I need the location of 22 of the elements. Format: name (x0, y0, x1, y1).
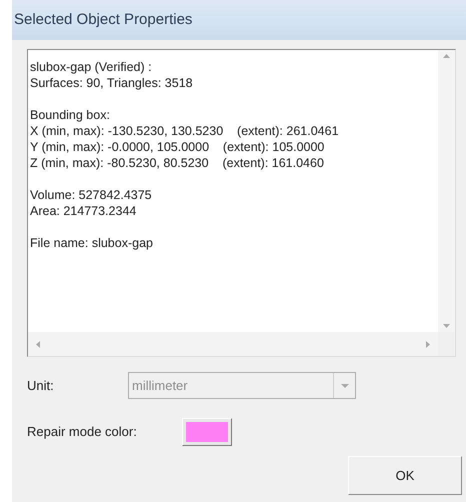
info-line: slubox-gap (Verified) : (30, 59, 153, 75)
dropdown-arrow-icon (340, 384, 348, 388)
info-line: Z (min, max): -80.5230, 80.5230 (extent): 161.0460 (30, 155, 325, 171)
info-line: File name: slubox-gap (30, 235, 154, 251)
window-title: Selected Object Properties (14, 10, 192, 30)
ok-button[interactable]: OK (348, 456, 462, 495)
scroll-left-icon[interactable] (36, 340, 40, 348)
info-line: Bounding box: (30, 107, 111, 123)
repair-color-label: Repair mode color: (27, 423, 138, 442)
vertical-scrollbar[interactable] (438, 50, 455, 332)
unit-label: Unit: (27, 376, 55, 395)
color-swatch-button[interactable] (182, 418, 232, 446)
info-line: X (min, max): -130.5230, 130.5230 (extent): 261.0461 (30, 123, 340, 139)
info-line: Volume: 527842.4375 (30, 187, 153, 203)
scrollbar-corner (438, 332, 455, 356)
scroll-up-icon[interactable] (443, 54, 450, 58)
info-line: Y (min, max): -0.0000, 105.0000 (extent): 105.0000 (30, 139, 326, 155)
horizontal-scrollbar[interactable] (28, 332, 438, 356)
scroll-right-icon[interactable] (426, 340, 430, 348)
scroll-down-icon[interactable] (443, 324, 450, 328)
info-line: Area: 214773.2344 (30, 203, 138, 219)
info-line: Surfaces: 90, Triangles: 3518 (30, 75, 194, 91)
